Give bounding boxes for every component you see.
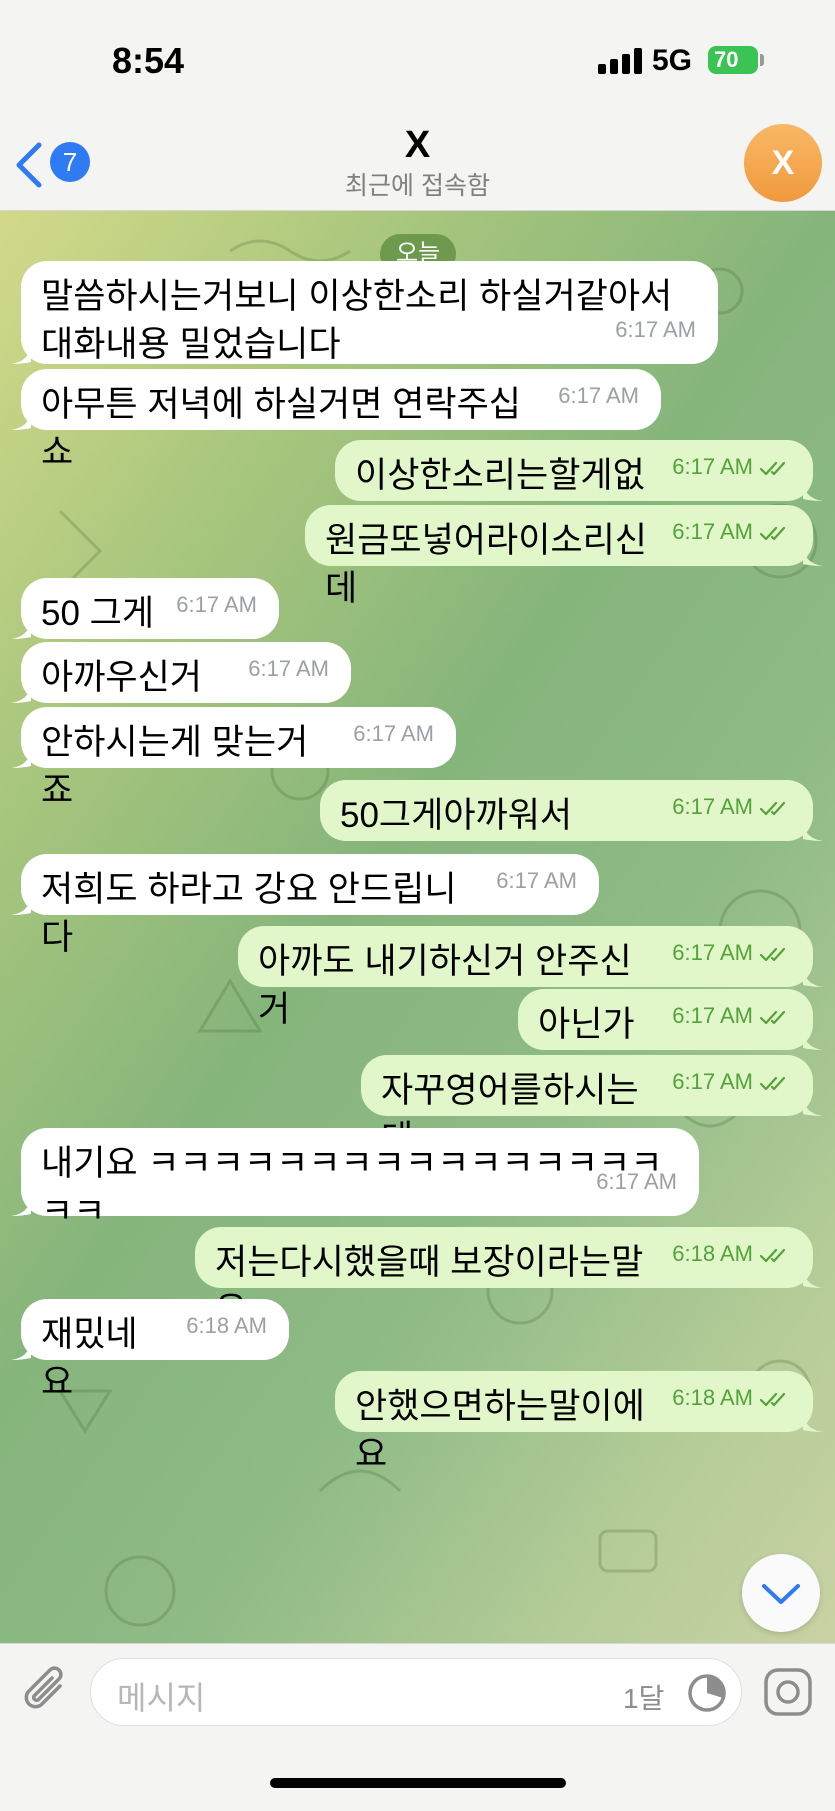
message-meta: 6:17 AM <box>615 306 696 354</box>
bubble-tail <box>803 1094 823 1116</box>
incoming-message[interactable]: 말씀하시는거보니 이상한소리 하실거같아서 대화내용 밀었습니다 6:17 AM <box>11 261 718 364</box>
bubble-tail <box>11 1194 31 1216</box>
outgoing-message[interactable]: 아까도 내기하신거 안주신거 6:17 AM <box>238 926 823 1029</box>
message-time: 6:17 AM <box>596 1169 677 1194</box>
double-check-icon <box>759 785 791 833</box>
auto-delete-timer-label[interactable]: 1달 <box>623 1677 664 1717</box>
message-meta: 6:17 AM <box>496 857 577 905</box>
message-time: 6:17 AM <box>672 794 753 819</box>
message-time: 6:18 AM <box>672 1385 753 1410</box>
incoming-message[interactable]: 아무튼 저녁에 하실거면 연락주십쇼 6:17 AM <box>11 369 661 472</box>
message-meta: 6:17 AM <box>672 508 791 556</box>
incoming-message[interactable]: 재밌네요 6:18 AM <box>11 1299 289 1402</box>
message-text: 말씀하시는거보니 이상한소리 하실거같아서 대화내용 밀었습니다 <box>41 277 673 364</box>
message-meta: 6:17 AM <box>672 443 791 491</box>
bubble-tail <box>11 1338 31 1360</box>
chevron-down-icon <box>762 1584 800 1604</box>
double-check-icon <box>759 445 791 493</box>
message-time: 6:17 AM <box>496 868 577 893</box>
bubble-tail <box>11 617 31 639</box>
avatar[interactable]: X <box>744 124 822 202</box>
message-time: 6:17 AM <box>672 519 753 544</box>
message-meta: 6:17 AM <box>353 710 434 758</box>
double-check-icon <box>759 994 791 1042</box>
message-meta: 6:18 AM <box>186 1302 267 1350</box>
message-time: 6:17 AM <box>248 656 329 681</box>
outgoing-message[interactable]: 아닌가욤6:17 AM <box>518 989 823 1092</box>
message-time: 6:18 AM <box>672 1241 753 1266</box>
outgoing-message[interactable]: 안했으면하는말이에요 6:18 AM <box>335 1371 823 1474</box>
attach-button[interactable] <box>20 1664 72 1716</box>
bubble-tail <box>11 342 31 364</box>
message-time: 6:18 AM <box>186 1313 267 1338</box>
chat-title[interactable]: X <box>0 124 835 167</box>
battery-cap <box>760 54 764 66</box>
chat-status: 최근에 접속함 <box>345 172 490 200</box>
message-meta: 6:17 AM <box>248 645 329 693</box>
incoming-message[interactable]: 안하시는게 맞는거죠 6:17 AM <box>11 707 456 810</box>
message-meta: 6:17 AM <box>176 581 257 629</box>
message-meta: 6:18 AM <box>672 1230 791 1278</box>
battery-icon: 70 <box>708 46 758 74</box>
bubble-tail <box>803 1266 823 1288</box>
camera-button[interactable] <box>762 1666 814 1718</box>
outgoing-message[interactable]: 50그게아까워서 6:17 AM <box>320 780 823 841</box>
message-time: 6:17 AM <box>176 592 257 617</box>
bubble-tail <box>803 1410 823 1432</box>
network-label: 5G <box>652 44 693 77</box>
message-time: 6:17 AM <box>615 317 696 342</box>
input-bar: 메시지 1달 <box>0 1643 835 1811</box>
incoming-message[interactable]: 아까우신거면6:17 AM <box>11 642 351 745</box>
bubble-tail <box>11 893 31 915</box>
incoming-message[interactable]: 50 그게 6:17 AM <box>11 578 279 639</box>
outgoing-message[interactable]: 원금또넣어라이소리신데 6:17 AM <box>305 505 823 608</box>
signal-icon <box>598 48 642 74</box>
bubble-tail <box>803 819 823 841</box>
message-meta: 6:17 AM <box>596 1158 677 1206</box>
message-time: 6:17 AM <box>672 454 753 479</box>
battery-level: 70 <box>714 47 739 72</box>
bubble-tail <box>11 681 31 703</box>
message-meta: 6:17 AM <box>672 1058 791 1106</box>
double-check-icon <box>759 931 791 979</box>
status-bar: 8:54 5G 70 <box>0 0 835 120</box>
bubble-tail <box>11 746 31 768</box>
message-meta: 6:17 AM <box>672 992 791 1040</box>
double-check-icon <box>759 510 791 558</box>
message-placeholder: 메시지 <box>117 1680 206 1716</box>
scroll-to-bottom-button[interactable] <box>742 1554 820 1632</box>
bubble-tail <box>803 544 823 566</box>
incoming-message[interactable]: 저희도 하라고 강요 안드립니다 6:17 AM <box>11 854 599 957</box>
outgoing-message[interactable]: 자꾸영어를하시는데6:17 AM <box>361 1055 823 1158</box>
camera-icon <box>764 1668 812 1716</box>
message-time: 6:17 AM <box>672 1003 753 1028</box>
bubble-tail <box>803 965 823 987</box>
message-time: 6:17 AM <box>672 1069 753 1094</box>
outgoing-message[interactable]: 저는다시했을때 보장이라는말은6:18 AM <box>195 1227 823 1330</box>
home-indicator <box>270 1778 566 1788</box>
bubble-tail <box>803 1028 823 1050</box>
double-check-icon <box>759 1060 791 1108</box>
message-meta: 6:17 AM <box>558 372 639 420</box>
message-meta: 6:18 AM <box>672 1374 791 1422</box>
message-meta: 6:17 AM <box>672 783 791 831</box>
message-meta: 6:17 AM <box>672 929 791 977</box>
message-time: 6:17 AM <box>672 940 753 965</box>
message-time: 6:17 AM <box>558 383 639 408</box>
chat-area[interactable]: 오늘 말씀하시는거보니 이상한소리 하실거같아서 대화내용 밀었습니다 6:17 … <box>0 211 835 1643</box>
double-check-icon <box>759 1376 791 1424</box>
timer-icon[interactable] <box>685 1671 729 1715</box>
paperclip-icon <box>24 1666 63 1709</box>
bubble-tail <box>803 479 823 501</box>
message-time: 6:17 AM <box>353 721 434 746</box>
message-input[interactable]: 메시지 1달 <box>90 1658 742 1726</box>
outgoing-message[interactable]: 이상한소리는할게없구6:17 AM <box>335 440 823 543</box>
incoming-message[interactable]: 내기요 ㅋㅋㅋㅋㅋㅋㅋㅋㅋㅋㅋㅋㅋㅋㅋㅋㅋㅋ 6:17 AM <box>11 1128 699 1231</box>
status-time: 8:54 <box>112 40 185 81</box>
message-text: 50 그게 <box>41 594 155 633</box>
bubble-tail <box>11 408 31 430</box>
message-text: 50그게아까워서 <box>340 796 573 835</box>
chat-header: 7 X 최근에 접속함 X <box>0 120 835 211</box>
double-check-icon <box>759 1232 791 1280</box>
